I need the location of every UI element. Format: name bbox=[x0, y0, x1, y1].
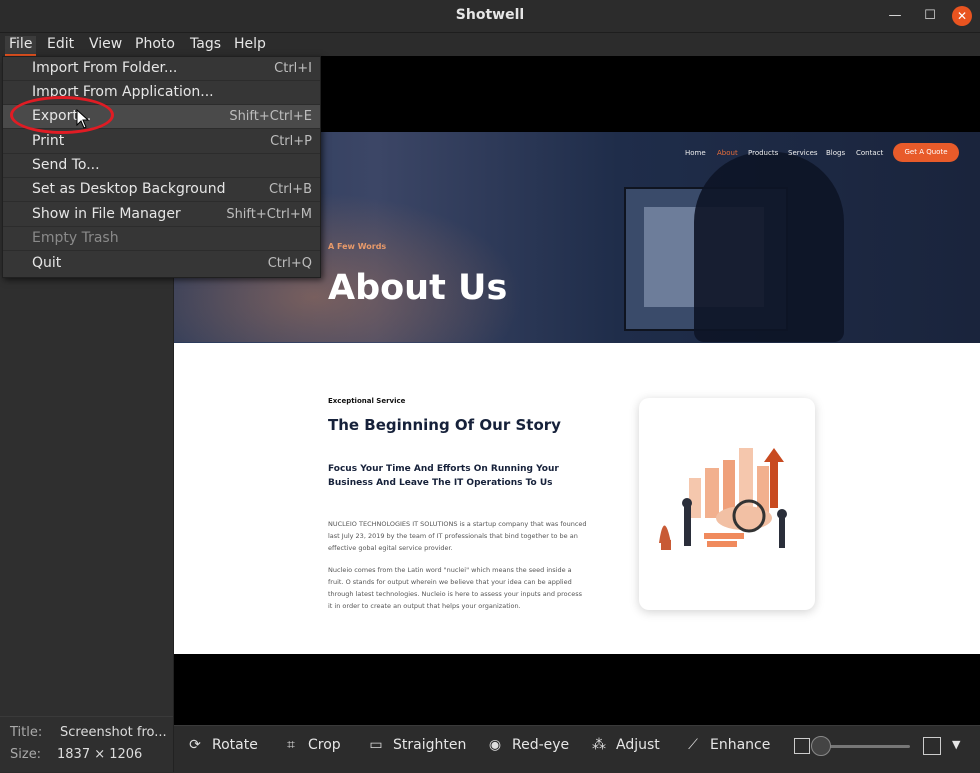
section-subtitle: Focus Your Time And Efforts On Running Y… bbox=[328, 464, 559, 488]
menu-item-import-from-folder[interactable]: Import From Folder... Ctrl+I bbox=[3, 57, 320, 81]
menu-item-set-desktop-background[interactable]: Set as Desktop Background Ctrl+B bbox=[3, 178, 320, 202]
size-label: Size: bbox=[10, 747, 42, 762]
close-button[interactable]: ✕ bbox=[952, 6, 972, 26]
illustration-card bbox=[639, 398, 815, 610]
nav-contact: Contact bbox=[856, 149, 884, 157]
menu-item-send-to[interactable]: Send To... bbox=[3, 154, 320, 178]
file-menu-dropdown: Import From Folder... Ctrl+I Import From … bbox=[2, 56, 321, 278]
business-illustration bbox=[659, 448, 787, 550]
mouse-cursor-icon bbox=[76, 109, 90, 129]
menu-edit[interactable]: Edit bbox=[47, 36, 74, 52]
crop-button[interactable]: ⌗ Crop bbox=[282, 737, 341, 753]
adjust-icon: ⁂ bbox=[592, 737, 606, 753]
crop-icon: ⌗ bbox=[287, 737, 295, 753]
section-title: The Beginning Of Our Story bbox=[328, 416, 561, 434]
enhance-button[interactable]: ⟋ Enhance bbox=[684, 737, 770, 753]
magic-wand-icon: ⟋ bbox=[688, 737, 698, 753]
straighten-button[interactable]: ▭ Straighten bbox=[367, 737, 466, 753]
nav-products: Products bbox=[748, 149, 779, 157]
nav-home: Home bbox=[685, 149, 706, 157]
title-bar: Shotwell — ☐ ✕ bbox=[0, 0, 980, 33]
get-quote-button: Get A Quote bbox=[893, 143, 959, 162]
maximize-button[interactable]: ☐ bbox=[920, 6, 940, 26]
menu-photo[interactable]: Photo bbox=[135, 36, 175, 52]
menu-item-quit[interactable]: Quit Ctrl+Q bbox=[3, 252, 320, 276]
rotate-icon: ⟳ bbox=[189, 737, 201, 753]
toolbar-more-dropdown-icon[interactable]: ▼ bbox=[952, 738, 960, 751]
section-kicker: Exceptional Service bbox=[328, 397, 406, 405]
size-value: 1837 × 1206 bbox=[57, 747, 143, 762]
window-title: Shotwell bbox=[455, 7, 525, 23]
menu-file[interactable]: File bbox=[5, 36, 37, 56]
nav-about: About bbox=[717, 149, 738, 157]
menu-item-show-in-file-manager[interactable]: Show in File Manager Shift+Ctrl+M bbox=[3, 203, 320, 227]
edit-toolbar: ⟳ Rotate ⌗ Crop ▭ Straighten ◉ Red-eye ⁂ Adju… bbox=[174, 725, 980, 773]
zoom-slider-track[interactable] bbox=[820, 745, 910, 748]
annotation-circle bbox=[10, 96, 114, 134]
zoom-in-icon[interactable] bbox=[923, 737, 941, 755]
zoom-slider-handle[interactable] bbox=[811, 736, 831, 756]
nav-blogs: Blogs bbox=[826, 149, 846, 157]
zoom-out-icon[interactable] bbox=[794, 738, 810, 754]
menu-item-empty-trash: Empty Trash bbox=[3, 227, 320, 251]
title-value: Screenshot fro... bbox=[60, 725, 167, 740]
paragraph-1: NUCLEIO TECHNOLOGIES IT SOLUTIONS is a s… bbox=[328, 520, 587, 552]
menu-bar: File Edit View Photo Tags Help bbox=[0, 33, 980, 56]
menu-help[interactable]: Help bbox=[234, 36, 266, 52]
hero-heading: About Us bbox=[328, 268, 508, 308]
menu-view[interactable]: View bbox=[89, 36, 122, 52]
menu-tags[interactable]: Tags bbox=[190, 36, 221, 52]
paragraph-2: Nucleio comes from the Latin word "nucle… bbox=[328, 566, 583, 610]
nav-services: Services bbox=[788, 149, 818, 157]
adjust-button[interactable]: ⁂ Adjust bbox=[590, 737, 660, 753]
eye-icon: ◉ bbox=[488, 737, 502, 753]
hero-kicker: A Few Words bbox=[328, 242, 387, 251]
photo-info-panel: Title: Screenshot fro... Size: 1837 × 12… bbox=[0, 716, 173, 772]
minimize-button[interactable]: — bbox=[885, 6, 905, 26]
rotate-button[interactable]: ⟳ Rotate bbox=[186, 737, 258, 753]
red-eye-button[interactable]: ◉ Red-eye bbox=[486, 737, 569, 753]
title-label: Title: bbox=[10, 725, 43, 740]
straighten-icon: ▭ bbox=[369, 737, 383, 753]
